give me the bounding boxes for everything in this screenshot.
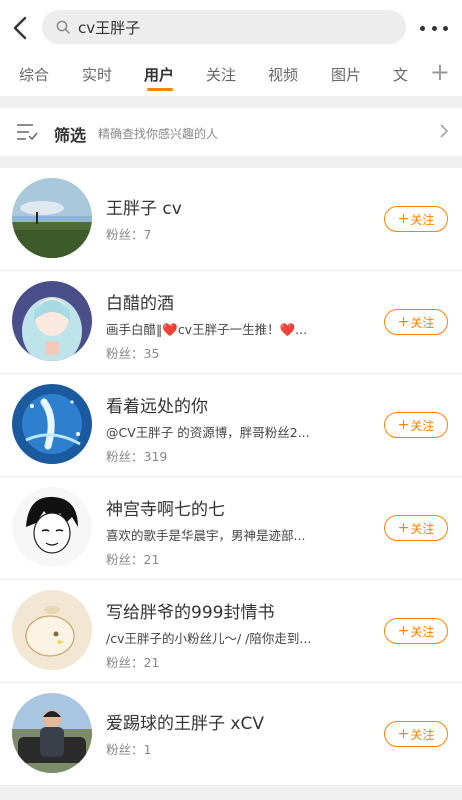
- avatar[interactable]: [12, 281, 92, 361]
- user-bio: /cv王胖子的小粉丝儿～/ /陪你走到...: [106, 631, 312, 646]
- filter-label: 筛选: [54, 126, 87, 145]
- tab-images[interactable]: 图片: [331, 64, 361, 85]
- tab-users[interactable]: 用户: [144, 64, 174, 85]
- tab-comprehensive[interactable]: 综合: [19, 64, 49, 85]
- back-button[interactable]: [0, 0, 40, 56]
- user-bio: 喜欢的歌手是华晨宇，男神是迹部...: [106, 528, 306, 543]
- user-name[interactable]: 看着远处的你: [106, 392, 208, 417]
- fans-count: 粉丝：319: [106, 449, 168, 464]
- tab-video[interactable]: 视频: [268, 64, 298, 85]
- avatar[interactable]: [12, 384, 92, 464]
- user-name[interactable]: 爱踢球的王胖子 xCV: [106, 709, 264, 734]
- user-bio: 画手白醋‖❤️cv王胖子一生推！❤️...: [106, 322, 308, 337]
- tab-realtime[interactable]: 实时: [82, 64, 112, 85]
- follow-button[interactable]: + 关注: [384, 206, 448, 232]
- chevron-left-icon: [13, 16, 27, 40]
- avatar[interactable]: [12, 178, 92, 258]
- fans-count: 粉丝：1: [106, 742, 152, 757]
- avatar[interactable]: [12, 487, 92, 567]
- filter-bar[interactable]: 筛选 精确查找你感兴趣的人: [0, 108, 462, 156]
- user-row[interactable]: 王胖子 cv 粉丝：7 + 关注: [0, 168, 462, 271]
- tab-article[interactable]: 文: [393, 64, 408, 85]
- filter-icon: [17, 124, 38, 141]
- user-name[interactable]: 神宫寺啊七的七: [106, 495, 225, 520]
- search-icon: [56, 20, 70, 34]
- more-options-icon[interactable]: [420, 18, 448, 38]
- chevron-right-icon: [440, 124, 448, 138]
- user-row[interactable]: 神宫寺啊七的七 喜欢的歌手是华晨宇，男神是迹部... 粉丝：21 + 关注: [0, 477, 462, 580]
- user-row[interactable]: 看着远处的你 @CV王胖子 的资源博，胖哥粉丝2... 粉丝：319 + 关注: [0, 374, 462, 477]
- search-input[interactable]: cv王胖子: [42, 10, 406, 44]
- fans-count: 粉丝：21: [106, 552, 160, 567]
- fans-count: 粉丝：7: [106, 227, 152, 242]
- follow-button[interactable]: + 关注: [384, 618, 448, 644]
- user-row[interactable]: 白醋的酒 画手白醋‖❤️cv王胖子一生推！❤️... 粉丝：35 + 关注: [0, 271, 462, 374]
- user-list: 王胖子 cv 粉丝：7 + 关注 白醋的酒 画手白醋‖❤️cv王胖子一生推！❤️.…: [0, 168, 462, 786]
- avatar[interactable]: [12, 693, 92, 773]
- fans-count: 粉丝：35: [106, 346, 160, 361]
- fans-count: 粉丝：21: [106, 655, 160, 670]
- user-name[interactable]: 白醋的酒: [106, 289, 174, 314]
- avatar[interactable]: [12, 590, 92, 670]
- top-bar: cv王胖子: [0, 0, 462, 56]
- active-tab-indicator: [147, 88, 173, 91]
- tab-bar: 综合 实时 用户 关注 视频 图片 文 +: [0, 56, 462, 96]
- search-query: cv王胖子: [78, 18, 141, 37]
- follow-button[interactable]: + 关注: [384, 309, 448, 335]
- filter-hint: 精确查找你感兴趣的人: [98, 127, 219, 141]
- add-tab-icon[interactable]: +: [430, 58, 450, 86]
- user-row[interactable]: 爱踢球的王胖子 xCV 粉丝：1 + 关注: [0, 683, 462, 786]
- user-bio: @CV王胖子 的资源博，胖哥粉丝2...: [106, 425, 310, 440]
- follow-button[interactable]: + 关注: [384, 412, 448, 438]
- follow-button[interactable]: + 关注: [384, 721, 448, 747]
- user-row[interactable]: 写给胖爷的999封情书 /cv王胖子的小粉丝儿～/ /陪你走到... 粉丝：21…: [0, 580, 462, 683]
- follow-button[interactable]: + 关注: [384, 515, 448, 541]
- tab-following[interactable]: 关注: [206, 64, 236, 85]
- user-name[interactable]: 写给胖爷的999封情书: [106, 598, 274, 623]
- user-name[interactable]: 王胖子 cv: [106, 194, 182, 219]
